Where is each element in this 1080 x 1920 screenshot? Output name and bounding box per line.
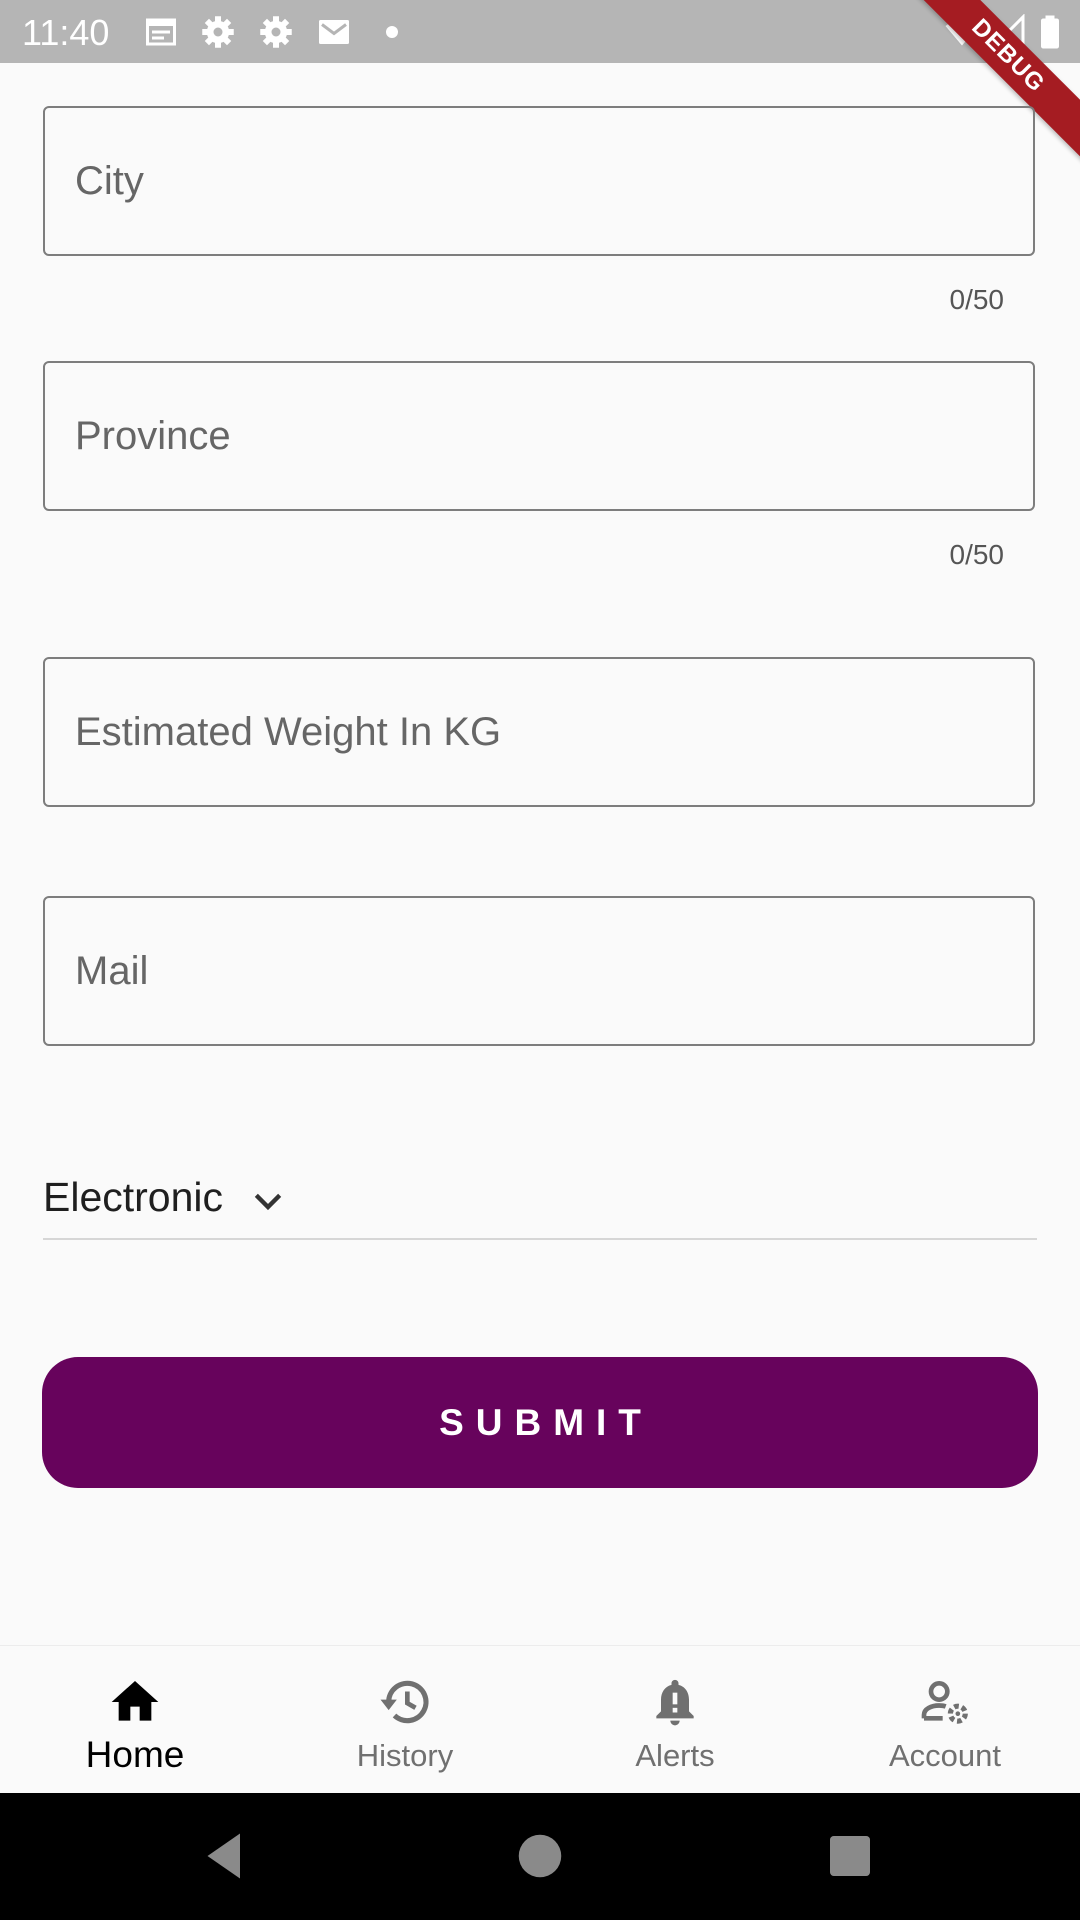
battery-icon (1041, 15, 1059, 49)
category-dropdown[interactable]: Electronic (43, 1160, 1037, 1240)
back-icon[interactable] (195, 1826, 255, 1886)
mail-icon (319, 20, 349, 44)
nav-label-alerts: Alerts (635, 1738, 715, 1773)
settings-icon (260, 16, 292, 48)
home-icon (111, 1681, 159, 1721)
city-character-counter: 0/50 (949, 284, 1005, 315)
mail-input[interactable] (75, 898, 1005, 1044)
nav-item-alerts[interactable]: Alerts (540, 1646, 810, 1794)
chevron-down-icon (254, 1193, 282, 1211)
bottom-navigation: Home History Alerts Account (0, 1645, 1080, 1794)
weight-field[interactable] (43, 657, 1035, 807)
nav-item-account[interactable]: Account (810, 1646, 1080, 1794)
nav-item-home[interactable]: Home (0, 1646, 270, 1794)
settings-icon (202, 16, 234, 48)
city-input[interactable] (75, 108, 1005, 254)
history-icon (380, 1680, 429, 1724)
nav-label-history: History (356, 1738, 454, 1773)
recents-icon[interactable] (820, 1826, 880, 1886)
nav-item-history[interactable]: History (270, 1646, 540, 1794)
notification-dot (386, 26, 398, 38)
home-button-icon[interactable] (510, 1826, 570, 1886)
calendar-icon (146, 18, 176, 46)
province-character-counter: 0/50 (949, 539, 1005, 570)
province-input[interactable] (75, 363, 1005, 509)
nav-label-account: Account (888, 1738, 1001, 1773)
category-dropdown-value: Electronic (43, 1174, 224, 1220)
bell-icon (656, 1679, 694, 1726)
account-settings-icon (921, 1681, 968, 1724)
submit-button[interactable]: SUBMIT (42, 1357, 1038, 1488)
nav-label-home: Home (85, 1734, 185, 1775)
status-time: 11:40 (22, 12, 110, 53)
city-field[interactable] (43, 106, 1035, 256)
system-navigation-bar (0, 1793, 1080, 1920)
status-bar: 11:40 DEBUG (0, 0, 1080, 163)
mail-field[interactable] (43, 896, 1035, 1046)
province-field[interactable] (43, 361, 1035, 511)
estimated-weight-input[interactable] (75, 659, 1005, 805)
